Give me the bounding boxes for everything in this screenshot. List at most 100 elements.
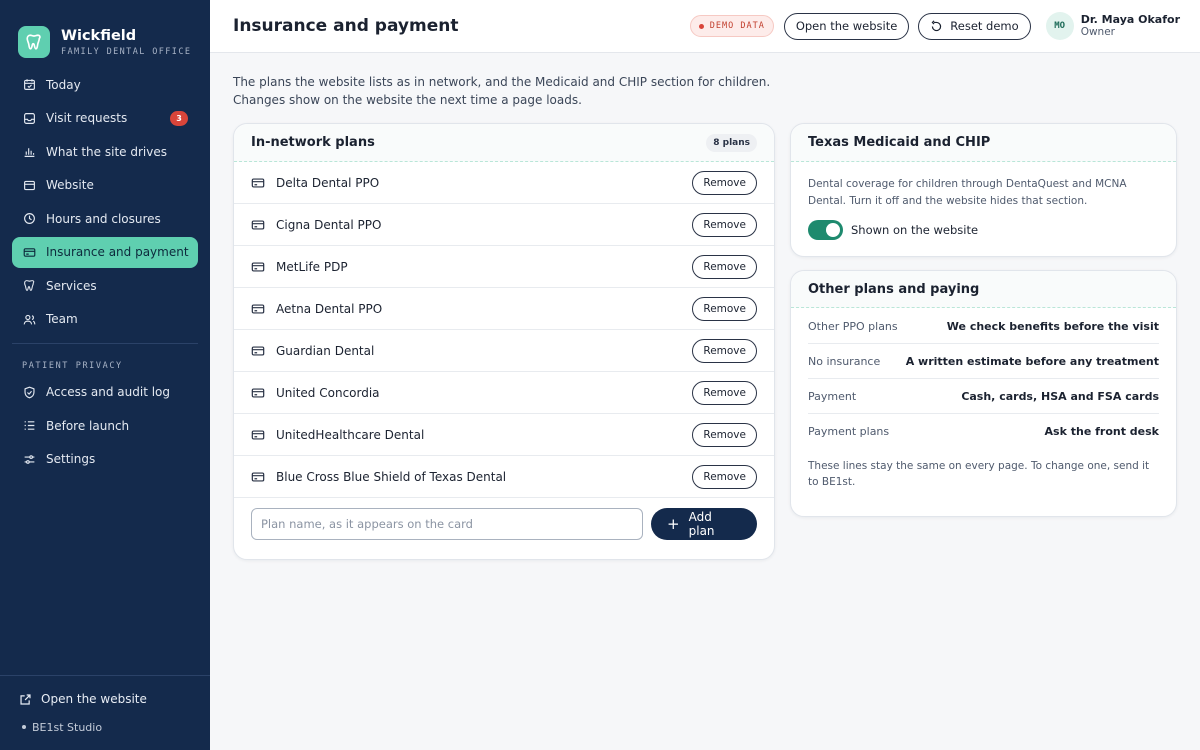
info-value: We check benefits before the visit [946,319,1159,333]
open-website-link[interactable]: Open the website [19,688,191,710]
intro-text: The plans the website lists as in networ… [233,73,793,109]
toggle-knob [826,223,840,237]
page-title: Insurance and payment [233,16,459,36]
main-nav: Today Visit requests 3 What the site dri… [0,69,210,335]
shown-on-website-toggle[interactable] [808,220,843,240]
remove-button[interactable]: Remove [692,464,757,489]
user-menu[interactable]: MO Dr. Maya Okafor Owner [1045,12,1180,40]
sidebar-item-before-launch[interactable]: Before launch [12,410,198,441]
shield-icon [22,385,36,399]
remove-button[interactable]: Remove [692,422,757,447]
plan-name: Blue Cross Blue Shield of Texas Dental [276,469,507,484]
info-value: A written estimate before any treatment [905,354,1159,368]
plus-icon: + [667,514,680,533]
sidebar-divider [12,342,198,344]
user-name: Dr. Maya Okafor [1080,13,1180,26]
card-icon [251,176,265,190]
card-icon [251,386,265,400]
sidebar-item-website[interactable]: Website [12,170,198,201]
info-list: Other PPO plans We check benefits before … [791,308,1176,449]
status-dot-icon [698,23,704,29]
studio-label: BE1st Studio [32,720,103,734]
open-website-button[interactable]: Open the website [783,12,910,40]
plan-name: Aetna Dental PPO [276,301,383,316]
reset-demo-label: Reset demo [950,19,1019,33]
external-link-icon [19,692,33,706]
intro-line: The plans the website lists as in networ… [233,75,771,89]
reset-demo-button[interactable]: Reset demo [918,12,1031,40]
sidebar-item-team[interactable]: Team [12,304,198,335]
plan-name: Cigna Dental PPO [276,217,382,232]
reset-icon [930,19,943,33]
sidebar-item-insurance-and-payment[interactable]: Insurance and payment [12,236,198,268]
sidebar-item-settings[interactable]: Settings [12,444,198,475]
remove-button[interactable]: Remove [692,296,757,321]
info-key: Payment [808,389,857,403]
list-item: Guardian Dental Remove [234,330,774,372]
sidebar-item-label: Hours and closures [46,211,161,226]
sidebar-item-label: Services [46,278,97,293]
info-value: Cash, cards, HSA and FSA cards [961,389,1159,403]
sidebar-item-label: Settings [46,452,96,466]
card-icon [251,470,265,484]
list-item: Delta Dental PPO Remove [234,162,774,204]
card-icon [251,344,265,358]
sidebar-item-visit-requests[interactable]: Visit requests 3 [12,103,198,134]
card-icon [22,245,36,259]
sidebar-item-label: Website [46,178,94,192]
info-value: Ask the front desk [1044,425,1159,438]
sidebar-item-label: Team [46,312,78,326]
list-item: MetLife PDP Remove [234,246,774,288]
remove-button[interactable]: Remove [692,170,757,195]
sidebar-item-access-and-audit-log[interactable]: Access and audit log [12,377,198,408]
bar-chart-icon [22,145,36,159]
page-content: The plans the website lists as in networ… [210,53,1200,750]
in-network-plans-card: In-network plans 8 plans Delta Dental PP… [233,123,775,560]
add-plan-row: + Add plan [234,498,774,540]
plan-list: Delta Dental PPO Remove Cigna Dental PPO R… [234,162,774,498]
intro-line: Changes show on the website the next tim… [233,93,582,107]
other-plans-card: Other plans and paying Other PPO plans We… [790,270,1177,517]
medicaid-description: Dental coverage for children through Den… [808,178,1127,207]
card-icon [251,428,265,442]
calendar-icon [22,78,36,92]
open-website-label: Open the website [41,692,147,706]
demo-data-badge: DEMO DATA [689,15,774,37]
sidebar-item-services[interactable]: Services [12,270,198,301]
plan-name-input[interactable] [251,508,644,540]
add-plan-button[interactable]: + Add plan [651,508,757,540]
sidebar-item-today[interactable]: Today [12,69,198,100]
sidebar-item-hours-and-closures[interactable]: Hours and closures [12,203,198,234]
remove-button[interactable]: Remove [692,380,757,405]
brand-name: Wickfield [61,27,137,44]
sidebar: Wickfield FAMILY DENTAL OFFICE Today Vis… [0,0,210,750]
brand-subtitle: FAMILY DENTAL OFFICE [61,46,192,57]
info-key: Payment plans [808,425,890,438]
card-icon [251,218,265,232]
card-header: Texas Medicaid and CHIP [791,124,1176,162]
tooth-icon [22,279,36,293]
sliders-icon [22,452,36,466]
list-item: Cigna Dental PPO Remove [234,204,774,246]
toggle-label: Shown on the website [851,223,979,237]
sidebar-item-what-the-site-drives[interactable]: What the site drives [12,136,198,167]
tooth-logo-icon [18,25,50,58]
remove-button[interactable]: Remove [692,254,757,279]
sidebar-item-label: Today [46,77,81,92]
list-item: Aetna Dental PPO Remove [234,288,774,330]
plan-name: MetLife PDP [276,259,348,274]
demo-data-label: DEMO DATA [709,21,765,31]
studio-credit: BE1st Studio [19,718,191,736]
plan-name: United Concordia [276,385,380,400]
info-row: Payment Cash, cards, HSA and FSA cards [808,379,1159,414]
remove-button[interactable]: Remove [692,212,757,237]
count-badge: 3 [170,110,188,126]
checklist-icon [22,419,36,433]
plan-name: Guardian Dental [276,343,375,358]
users-icon [22,312,36,326]
sidebar-item-label: Insurance and payment [46,245,189,259]
card-title: In-network plans [251,135,375,150]
plan-name: UnitedHealthcare Dental [276,427,425,442]
avatar: MO [1045,12,1074,40]
remove-button[interactable]: Remove [692,338,757,363]
